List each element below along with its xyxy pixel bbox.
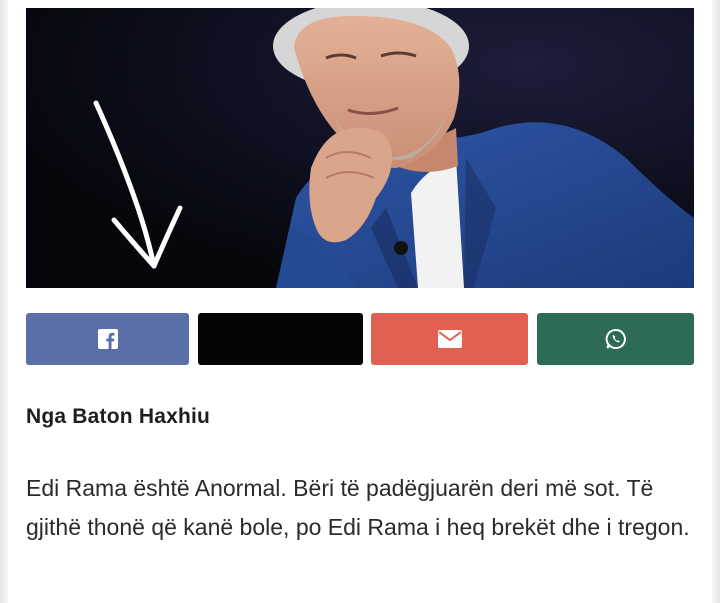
whatsapp-icon (605, 329, 626, 349)
screen-edge-right (712, 0, 720, 603)
share-bar (26, 313, 694, 365)
article-photo (26, 8, 694, 288)
email-share-button[interactable] (371, 313, 528, 365)
whatsapp-share-button[interactable] (537, 313, 694, 365)
envelope-icon (437, 330, 462, 348)
article-body: Edi Rama është Anormal. Bëri të padëgjua… (26, 475, 690, 540)
facebook-icon (97, 329, 118, 349)
article-author: Nga Baton Haxhiu (26, 405, 211, 428)
twitter-share-button[interactable] (198, 313, 363, 365)
facebook-share-button[interactable] (26, 313, 189, 365)
screen-edge-left (0, 0, 8, 603)
